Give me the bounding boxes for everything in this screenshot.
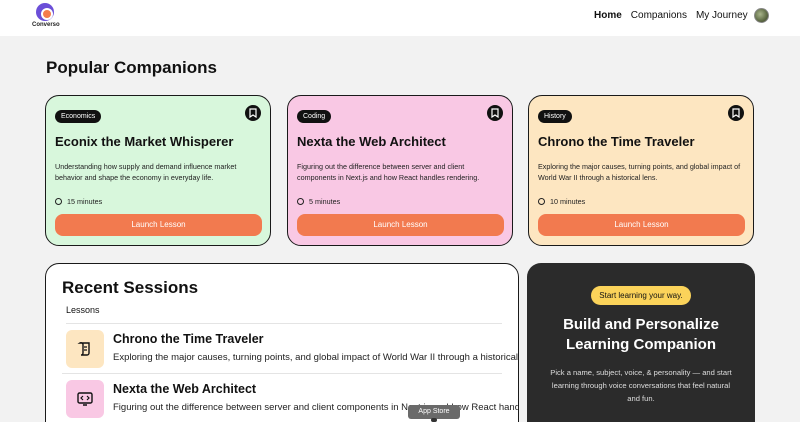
duration: 15 minutes (55, 197, 261, 206)
companion-name: Nexta the Web Architect (297, 134, 446, 149)
clock-icon (538, 198, 545, 205)
companion-name: Chrono the Time Traveler (538, 134, 695, 149)
recent-sessions-title: Recent Sessions (62, 278, 199, 297)
launch-lesson-button[interactable]: Launch Lesson (538, 214, 745, 236)
build-companion-cta: Start learning your way. Build and Perso… (527, 263, 755, 422)
companion-card-history: History Chrono the Time Traveler Explori… (528, 95, 754, 246)
logo[interactable]: Converso (32, 3, 60, 33)
launch-lesson-button[interactable]: Launch Lesson (297, 214, 504, 236)
popular-companions-title: Popular Companions (46, 58, 217, 77)
navbar: Converso Home Companions My Journey (0, 0, 800, 36)
session-name: Nexta the Web Architect (113, 382, 257, 396)
lessons-column-header: Lessons (66, 305, 502, 324)
subject-badge: Economics (55, 110, 102, 123)
duration-label: 5 minutes (309, 197, 341, 206)
duration: 10 minutes (538, 197, 744, 206)
companion-description: Understanding how supply and demand infl… (55, 162, 237, 182)
recent-sessions-panel: Recent Sessions Lessons Chrono the Time … (45, 263, 519, 422)
clock-icon (55, 198, 62, 205)
user-avatar[interactable] (754, 8, 769, 23)
companion-card-coding: Coding Nexta the Web Architect Figuring … (287, 95, 513, 246)
duration: 5 minutes (297, 197, 503, 206)
companion-description: Exploring the major causes, turning poin… (538, 162, 741, 182)
session-name: Chrono the Time Traveler (113, 332, 264, 346)
nav-link-companions[interactable]: Companions (631, 10, 687, 21)
launch-lesson-button[interactable]: Launch Lesson (55, 214, 262, 236)
duration-label: 10 minutes (550, 197, 586, 206)
logo-icon (36, 3, 54, 21)
cta-badge: Start learning your way. (591, 286, 691, 305)
app-store-tooltip: App Store (408, 405, 460, 419)
cta-title: Build and Personalize Learning Companion (563, 316, 719, 353)
companion-description: Figuring out the difference between serv… (297, 162, 480, 182)
dock-indicator (431, 418, 437, 422)
duration-label: 15 minutes (67, 197, 103, 206)
bookmark-icon[interactable] (728, 105, 744, 121)
subject-badge: History (538, 110, 572, 123)
companion-card-economics: Economics Econix the Market Whisperer Un… (45, 95, 271, 246)
companion-name: Econix the Market Whisperer (55, 134, 234, 149)
session-description: Exploring the major causes, turning poin… (113, 352, 519, 363)
subject-badge: Coding (297, 110, 332, 123)
nav-link-my-journey[interactable]: My Journey (696, 10, 748, 21)
session-row[interactable]: Chrono the Time Traveler Exploring the m… (62, 324, 518, 374)
code-icon (66, 380, 104, 418)
logo-text: Converso (32, 22, 60, 28)
cta-description: Pick a name, subject, voice, & personali… (550, 368, 732, 403)
nav-links: Home Companions My Journey (594, 10, 748, 21)
nav-link-home[interactable]: Home (594, 10, 622, 21)
bookmark-icon[interactable] (245, 105, 261, 121)
bookmark-icon[interactable] (487, 105, 503, 121)
scroll-icon (66, 330, 104, 368)
clock-icon (297, 198, 304, 205)
